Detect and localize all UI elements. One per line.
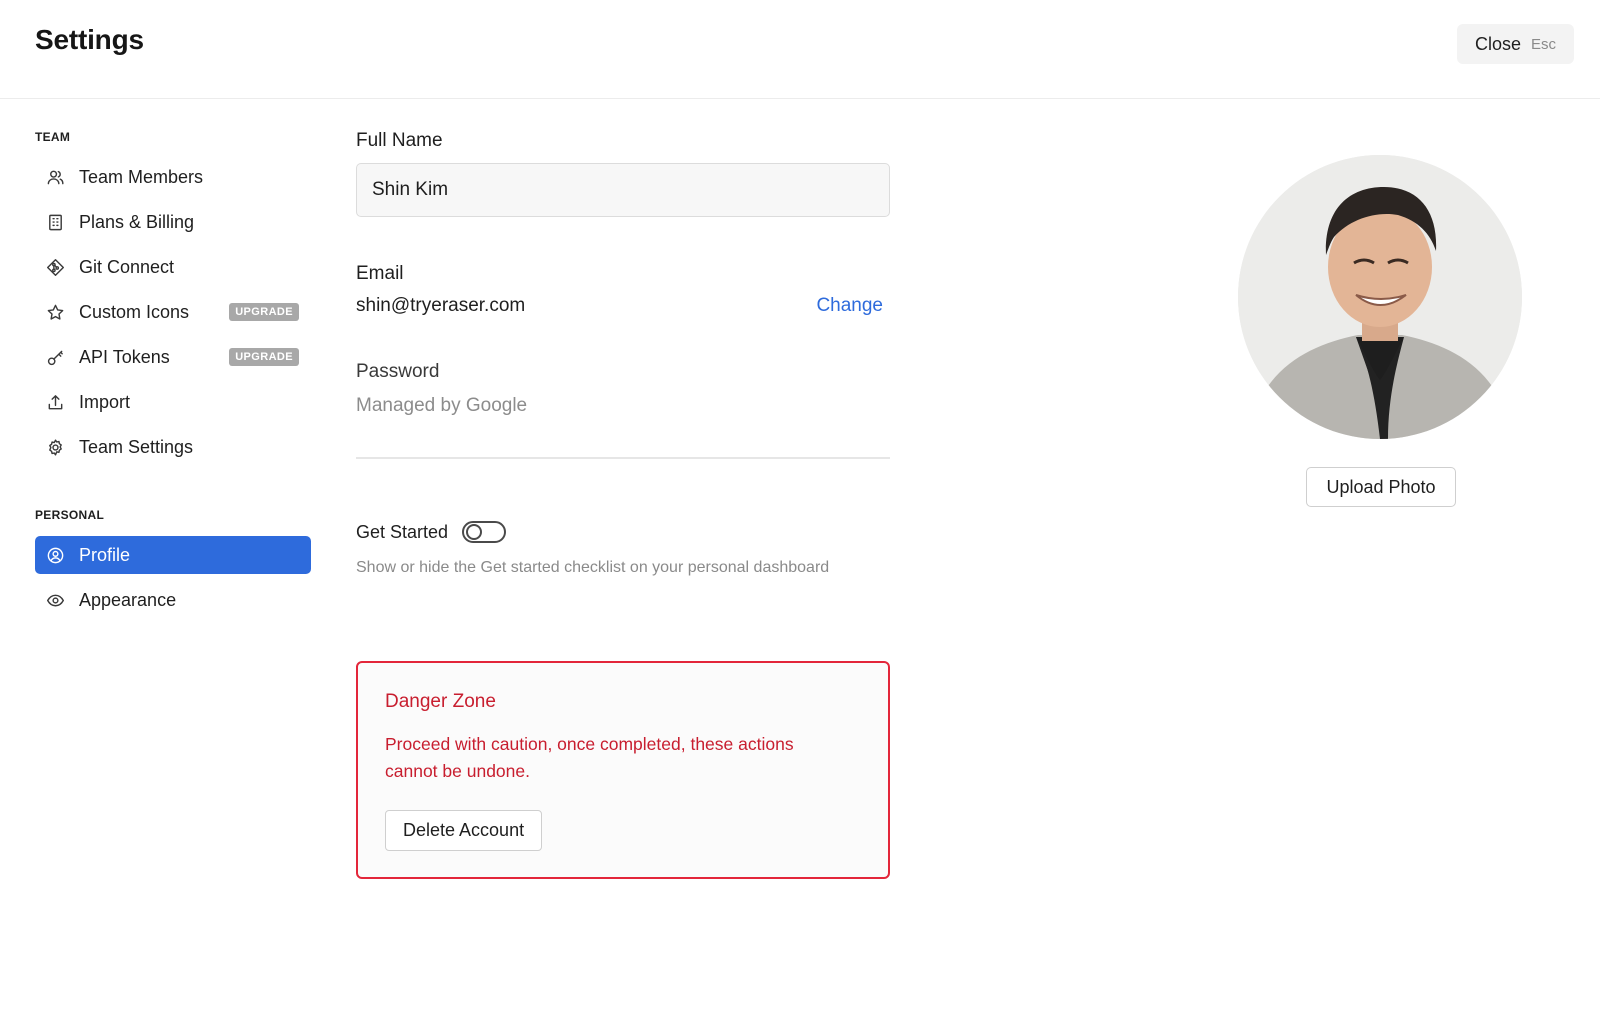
get-started-description: Show or hide the Get started checklist o… bbox=[356, 559, 830, 576]
sidebar-item-api-tokens[interactable]: API Tokens UPGRADE bbox=[35, 338, 311, 376]
building-icon bbox=[45, 212, 65, 232]
change-email-link[interactable]: Change bbox=[816, 295, 883, 317]
close-button-label: Close bbox=[1474, 33, 1521, 54]
sidebar-item-label: Profile bbox=[79, 544, 131, 565]
full-name-label: Full Name bbox=[356, 130, 443, 151]
email-value: shin@tryeraser.com bbox=[356, 295, 526, 316]
email-row: shin@tryeraser.com Change bbox=[356, 295, 890, 317]
sidebar-item-appearance[interactable]: Appearance bbox=[35, 581, 311, 619]
team-nav-list: Team Members Plans & Billing Git Connect… bbox=[35, 158, 311, 466]
upgrade-badge: UPGRADE bbox=[229, 348, 299, 366]
users-icon bbox=[45, 167, 65, 187]
sidebar-item-team-members[interactable]: Team Members bbox=[35, 158, 311, 196]
section-divider bbox=[356, 457, 890, 459]
key-icon bbox=[45, 347, 65, 367]
personal-section-label: PERSONAL bbox=[35, 508, 105, 522]
eye-icon bbox=[45, 590, 65, 610]
danger-zone-description: Proceed with caution, once completed, th… bbox=[385, 734, 794, 781]
upload-photo-button[interactable]: Upload Photo bbox=[1306, 467, 1456, 507]
upload-icon bbox=[45, 392, 65, 412]
sidebar-item-label: Custom Icons bbox=[79, 301, 190, 322]
close-button[interactable]: Close Esc bbox=[1457, 24, 1574, 64]
user-circle-icon bbox=[45, 545, 65, 565]
danger-zone-panel: Danger Zone Proceed with caution, once c… bbox=[356, 661, 890, 879]
upgrade-badge: UPGRADE bbox=[229, 303, 299, 321]
star-icon bbox=[45, 302, 65, 322]
team-section-label: TEAM bbox=[35, 130, 71, 144]
git-icon bbox=[45, 257, 65, 277]
personal-nav-list: Profile Appearance bbox=[35, 536, 311, 619]
password-label: Password bbox=[356, 361, 440, 382]
sidebar-item-git-connect[interactable]: Git Connect bbox=[35, 248, 311, 286]
settings-header: Settings Close Esc bbox=[0, 0, 1600, 99]
gear-icon bbox=[45, 437, 65, 457]
sidebar-item-label: Plans & Billing bbox=[79, 211, 195, 232]
get-started-toggle[interactable] bbox=[462, 521, 507, 543]
sidebar-item-team-settings[interactable]: Team Settings bbox=[35, 428, 311, 466]
danger-zone-title: Danger Zone bbox=[385, 691, 496, 712]
sidebar-item-profile[interactable]: Profile bbox=[35, 536, 311, 574]
settings-sidebar: TEAM Team Members Plans & Billing Git Co… bbox=[35, 130, 311, 626]
avatar bbox=[1238, 155, 1522, 439]
password-section: Password Managed by Google bbox=[356, 361, 890, 417]
email-section: Email shin@tryeraser.com Change bbox=[356, 263, 890, 317]
sidebar-item-label: Team Members bbox=[79, 166, 204, 187]
sidebar-item-custom-icons[interactable]: Custom Icons UPGRADE bbox=[35, 293, 311, 331]
profile-form: Full Name Email shin@tryeraser.com Chang… bbox=[356, 130, 890, 879]
sidebar-item-label: Appearance bbox=[79, 589, 177, 610]
close-shortcut-hint: Esc bbox=[1531, 35, 1557, 53]
toggle-knob bbox=[466, 524, 483, 540]
get-started-row: Get Started bbox=[356, 521, 890, 543]
sidebar-item-label: Import bbox=[79, 391, 131, 412]
full-name-input[interactable] bbox=[356, 163, 890, 217]
sidebar-item-label: Team Settings bbox=[79, 436, 194, 457]
sidebar-item-import[interactable]: Import bbox=[35, 383, 311, 421]
page-title: Settings bbox=[35, 24, 144, 55]
sidebar-item-plans-billing[interactable]: Plans & Billing bbox=[35, 203, 311, 241]
sidebar-item-label: Git Connect bbox=[79, 256, 175, 277]
email-label: Email bbox=[356, 263, 404, 284]
delete-account-button[interactable]: Delete Account bbox=[385, 810, 543, 851]
sidebar-item-label: API Tokens bbox=[79, 346, 170, 367]
password-value: Managed by Google bbox=[356, 395, 528, 416]
get-started-label: Get Started bbox=[356, 521, 449, 542]
